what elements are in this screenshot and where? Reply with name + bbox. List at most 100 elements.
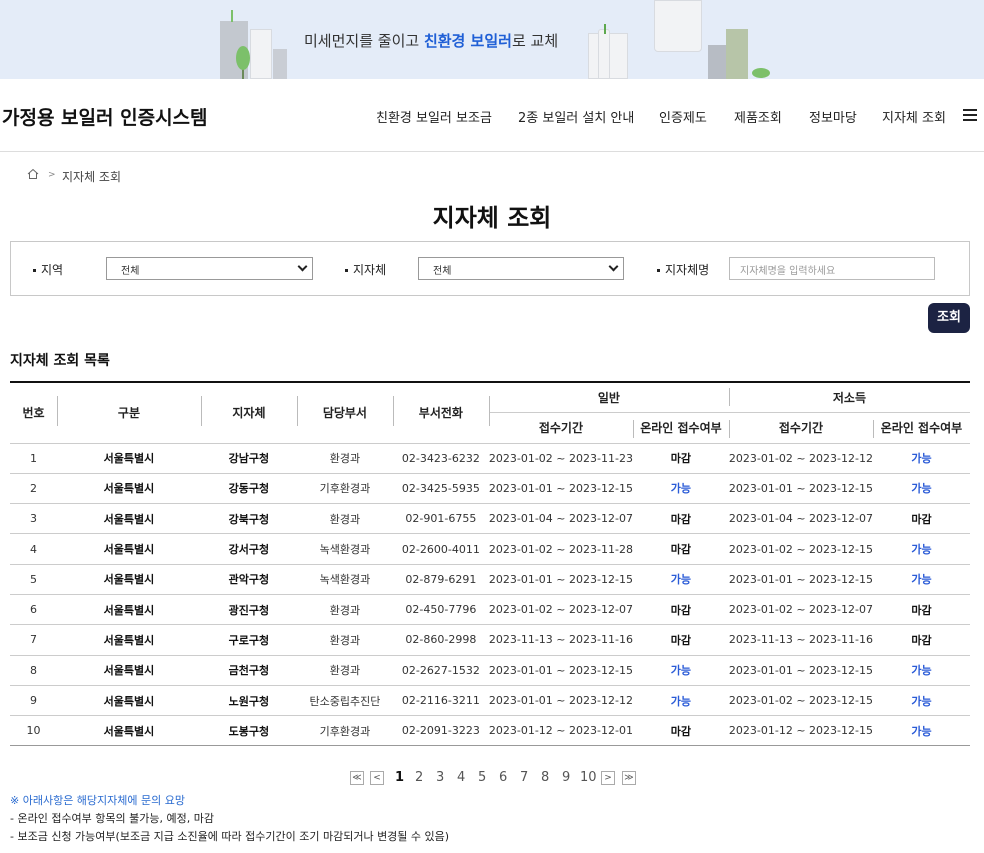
row-local-gov: 강서구청 [200,533,297,565]
row-low-income-period: 2023-01-02 ~ 2023-12-07 [728,594,873,626]
row-local-gov: 구로구청 [200,624,297,656]
row-phone: 02-2600-4011 [392,533,489,565]
page-number[interactable]: 4 [457,770,465,785]
page-number[interactable]: 10 [580,770,597,785]
nav-item-certification[interactable]: 인증제도 [659,107,707,126]
row-category: 서울특별시 [56,624,201,656]
row-general-online: 마감 [632,624,729,656]
page-number[interactable]: 5 [478,770,486,785]
page-number[interactable]: 2 [415,770,423,785]
site-logo[interactable]: 가정용 보일러 인증시스템 [2,103,208,130]
row-low-income-online: 가능 [872,473,970,505]
row-local-gov: 강남구청 [200,443,297,474]
row-low-income-period: 2023-01-01 ~ 2023-12-15 [728,655,873,686]
chevron-down-icon [608,261,619,272]
table-row[interactable]: 6 서울특별시 광진구청 환경과 02-450-7796 2023-01-02 ~ 202… [10,594,970,626]
row-dept: 환경과 [296,443,393,474]
row-low-income-online: 가능 [872,715,970,747]
row-category: 서울특별시 [56,503,201,535]
row-dept: 녹색환경과 [296,564,393,595]
nav-item-subsidy[interactable]: 친환경 보일러 보조금 [376,107,492,126]
table-row[interactable]: 1 서울특별시 강남구청 환경과 02-3423-6232 2023-01-02 ~ 20… [10,443,970,474]
table-row[interactable]: 10 서울특별시 도봉구청 기후환경과 02-2091-3223 2023-01-12 ~… [10,715,970,747]
row-phone: 02-901-6755 [392,503,489,535]
table-row[interactable]: 7 서울특별시 구로구청 환경과 02-860-2998 2023-11-13 ~ 202… [10,624,970,656]
row-dept: 탄소중립추진단 [296,685,393,717]
banner-text: 미세먼지를 줄이고 친환경 보일러로 교체 [304,32,559,50]
local-gov-name-input[interactable]: 지자체명을 입력하세요 [729,257,935,280]
row-phone: 02-2627-1532 [392,655,489,686]
local-gov-table: 번호 구분 지자체 담당부서 부서전화 일반 저소득 접수기간 온라인 접수여부… [10,381,970,747]
column-group-general: 일반 [488,382,729,413]
page-number[interactable]: 1 [395,770,404,785]
header-divider [201,396,202,426]
region-select[interactable]: 전체 [106,257,313,280]
row-general-online: 마감 [632,503,729,535]
tree-trunk [231,10,233,22]
tree-icon [236,46,250,70]
page-number[interactable]: 6 [499,770,507,785]
table-row[interactable]: 3 서울특별시 강북구청 환경과 02-901-6755 2023-01-04 ~ 202… [10,503,970,535]
row-no: 10 [10,715,57,747]
next-page-button[interactable]: > [601,771,615,785]
region-label: 지역 [33,261,63,278]
home-icon[interactable] [27,168,39,180]
first-page-button[interactable]: ≪ [350,771,364,785]
row-general-period: 2023-11-13 ~ 2023-11-16 [488,624,633,656]
row-general-online: 가능 [632,685,729,717]
hamburger-icon[interactable] [963,109,977,121]
breadcrumb-current: 지자체 조회 [62,170,122,184]
row-local-gov: 도봉구청 [200,715,297,747]
page-number[interactable]: 7 [520,770,528,785]
nav-item-products[interactable]: 제품조회 [734,107,782,126]
row-low-income-period: 2023-01-02 ~ 2023-12-15 [728,533,873,565]
column-header-low-income-online: 온라인 접수여부 [872,412,970,444]
notice-title: ※ 아래사항은 해당지자체에 문의 요망 [10,794,186,807]
header-divider [57,396,58,426]
nav-item-type2-boiler[interactable]: 2종 보일러 설치 안내 [518,107,634,126]
column-header-no: 번호 [10,382,57,444]
row-no: 7 [10,624,57,656]
row-category: 서울특별시 [56,533,201,565]
nav-item-local-gov[interactable]: 지자체 조회 [882,107,946,126]
page-number[interactable]: 8 [541,770,549,785]
search-panel: 지역 전체 지자체 전체 지자체명 지자체명을 입력하세요 [10,241,970,296]
row-general-online: 가능 [632,473,729,505]
prev-page-button[interactable]: < [370,771,384,785]
row-phone: 02-3425-5935 [392,473,489,505]
row-general-period: 2023-01-01 ~ 2023-12-12 [488,685,633,717]
header-divider [297,396,298,426]
page-number[interactable]: 3 [436,770,444,785]
building-illustration [708,45,726,79]
column-header-dept: 담당부서 [296,382,393,444]
row-no: 1 [10,443,57,474]
table-row[interactable]: 9 서울특별시 노원구청 탄소중립추진단 02-2116-3211 2023-01-01 … [10,685,970,717]
page-number[interactable]: 9 [562,770,570,785]
table-row[interactable]: 8 서울특별시 금천구청 환경과 02-2627-1532 2023-01-01 ~ 20… [10,655,970,686]
last-page-button[interactable]: ≫ [622,771,636,785]
row-phone: 02-2091-3223 [392,715,489,747]
plant-icon [604,24,606,34]
table-row[interactable]: 4 서울특별시 강서구청 녹색환경과 02-2600-4011 2023-01-02 ~ … [10,533,970,565]
row-category: 서울특별시 [56,443,201,474]
nav-item-info[interactable]: 정보마당 [809,107,857,126]
row-local-gov: 광진구청 [200,594,297,626]
header-divider [729,388,730,406]
search-button[interactable]: 조회 [928,303,970,333]
table-row[interactable]: 2 서울특별시 강동구청 기후환경과 02-3425-5935 2023-01-01 ~ … [10,473,970,505]
boiler-illustration [654,0,702,52]
row-dept: 환경과 [296,594,393,626]
local-gov-select[interactable]: 전체 [418,257,624,280]
header-divider [489,396,490,426]
row-no: 4 [10,533,57,565]
promo-banner[interactable]: 미세먼지를 줄이고 친환경 보일러로 교체 [0,0,984,79]
row-no: 6 [10,594,57,626]
column-header-local-gov: 지자체 [200,382,297,444]
row-general-period: 2023-01-02 ~ 2023-11-28 [488,533,633,565]
row-low-income-online: 가능 [872,443,970,474]
row-general-period: 2023-01-04 ~ 2023-12-07 [488,503,633,535]
row-no: 5 [10,564,57,595]
table-row[interactable]: 5 서울특별시 관악구청 녹색환경과 02-879-6291 2023-01-01 ~ 2… [10,564,970,595]
row-low-income-period: 2023-01-01 ~ 2023-12-15 [728,473,873,505]
building-illustration [273,49,287,79]
